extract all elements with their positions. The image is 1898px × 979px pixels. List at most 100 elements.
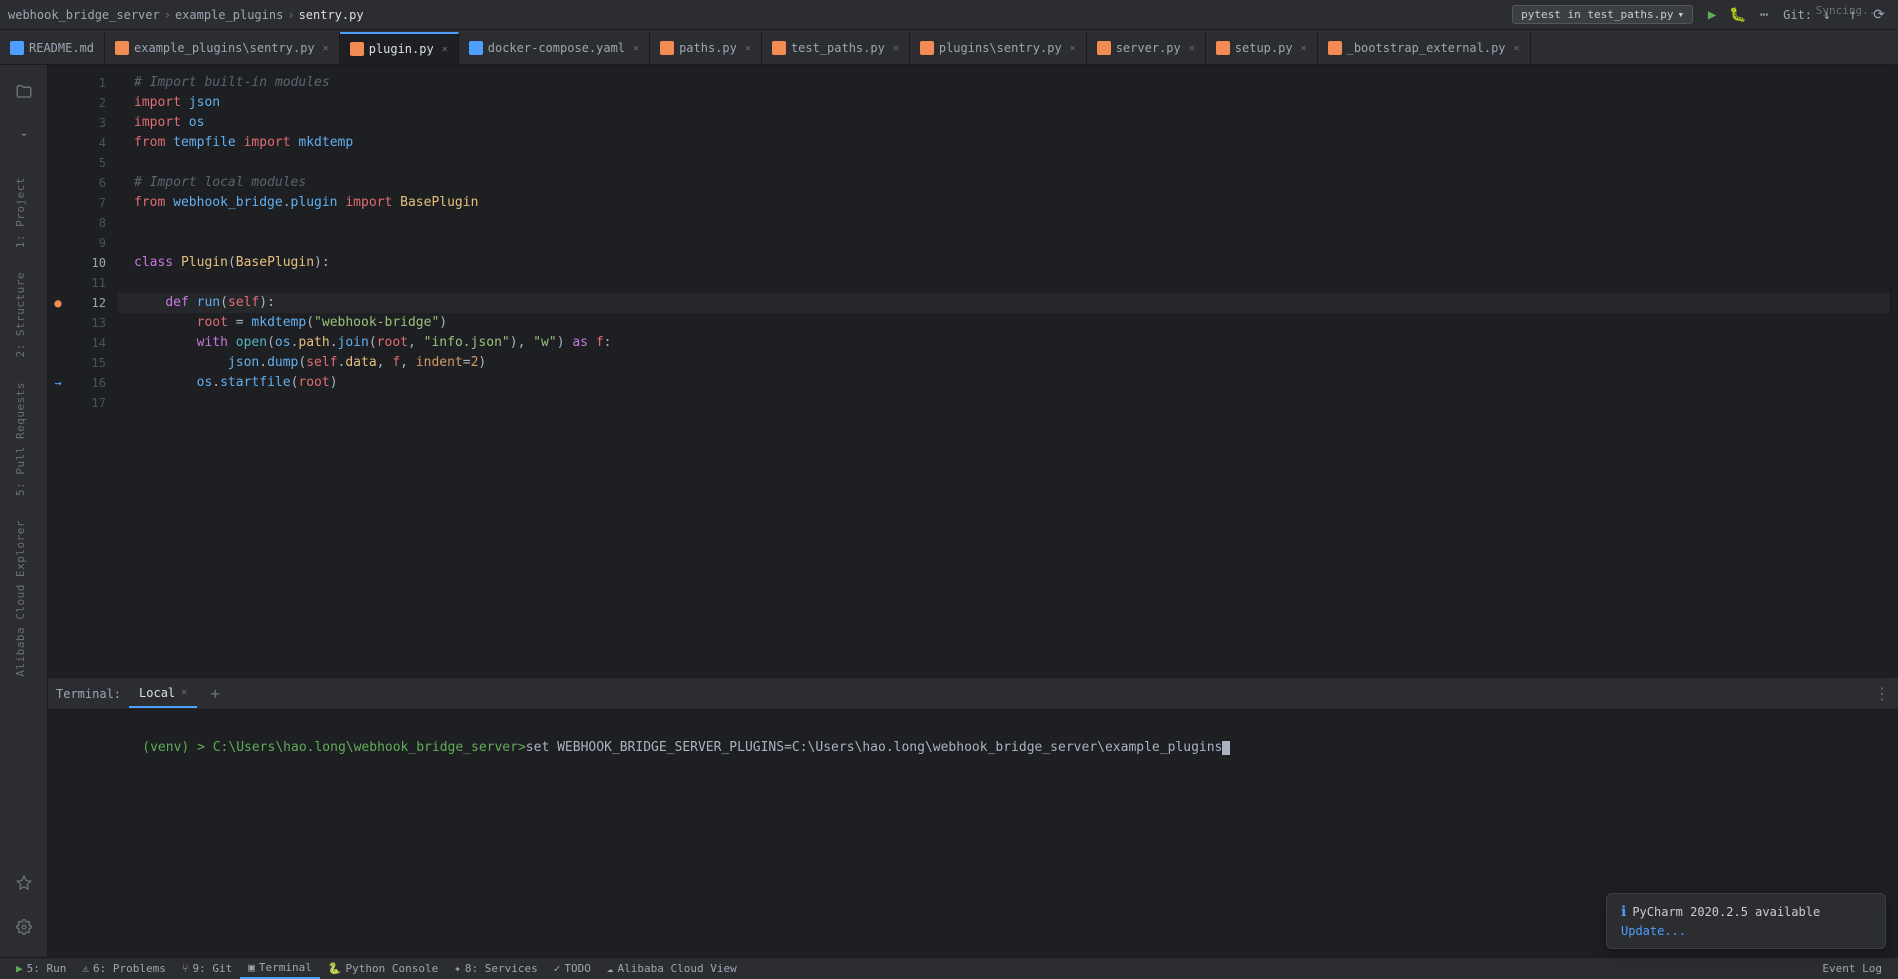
title-bar: webhook_bridge_server › example_plugins … (0, 0, 1898, 30)
gutter-7 (48, 193, 68, 213)
tab-setup-close[interactable]: ✕ (1301, 43, 1307, 54)
gutter-12: ● (48, 293, 68, 313)
code-line-13: root = mkdtemp("webhook-bridge") (118, 313, 1890, 333)
syncing-text: Syncing... (1816, 4, 1882, 17)
tab-example-sentry-close[interactable]: ✕ (323, 43, 329, 54)
status-todo-label: TODO (564, 962, 591, 975)
tab-example-sentry[interactable]: example_plugins\sentry.py ✕ (105, 32, 340, 64)
sidebar-icon-folder[interactable] (6, 73, 42, 109)
gutter-8 (48, 213, 68, 233)
sidebar-label-alibaba[interactable]: Alibaba Cloud Explorer (0, 508, 41, 689)
git-icon: ⑂ (182, 962, 189, 975)
gutter-6 (48, 173, 68, 193)
run-button[interactable]: ▶ (1701, 4, 1723, 26)
tab-paths[interactable]: paths.py ✕ (650, 32, 762, 64)
tab-paths-close[interactable]: ✕ (745, 43, 751, 54)
code-line-5 (118, 153, 1890, 173)
ln-11: 11 (68, 273, 118, 293)
run-config[interactable]: pytest in test_paths.py ▾ (1512, 5, 1693, 24)
tab-plugin-icon (350, 42, 364, 56)
tab-plugin-close[interactable]: ✕ (442, 44, 448, 55)
sidebar-icon-star[interactable] (6, 865, 42, 901)
status-problems[interactable]: ⚠ 6: Problems (74, 958, 173, 979)
terminal-tab-local-close[interactable]: ✕ (181, 687, 187, 698)
line-numbers: 1 2 3 4 5 6 7 8 9 10 11 12 13 14 15 16 1… (68, 65, 118, 677)
terminal-icon: ▣ (248, 961, 255, 974)
ln-17: 17 (68, 393, 118, 413)
tab-test-paths-label: test_paths.py (791, 41, 885, 55)
tab-setup[interactable]: setup.py ✕ (1206, 32, 1318, 64)
ln-9: 9 (68, 233, 118, 253)
gutter-1 (48, 73, 68, 93)
sidebar-label-project[interactable]: 1: Project (0, 165, 41, 260)
terminal-cursor (1222, 741, 1230, 755)
tab-example-sentry-icon (115, 41, 129, 55)
status-run[interactable]: ▶ 5: Run (8, 958, 74, 979)
code-editor[interactable]: # Import built-in modules import json im… (118, 65, 1890, 677)
status-todo[interactable]: ✓ TODO (546, 958, 599, 979)
warning-icon: ⚠ (82, 962, 89, 975)
terminal-add-button[interactable]: + (205, 684, 225, 704)
tab-docker-close[interactable]: ✕ (633, 43, 639, 54)
code-line-9 (118, 233, 1890, 253)
code-container[interactable]: ● → 1 2 3 4 5 6 7 8 9 10 11 12 (48, 65, 1898, 677)
ln-8: 8 (68, 213, 118, 233)
tab-server-close[interactable]: ✕ (1189, 43, 1195, 54)
ln-7: 7 (68, 193, 118, 213)
code-line-10: class Plugin(BasePlugin): (118, 253, 1890, 273)
tab-bootstrap-icon (1328, 41, 1342, 55)
gutter-13 (48, 313, 68, 333)
tab-readme[interactable]: README.md (0, 32, 105, 64)
tab-docker[interactable]: docker-compose.yaml ✕ (459, 32, 650, 64)
terminal-menu-button[interactable]: ⋮ (1874, 684, 1890, 703)
tab-test-paths[interactable]: test_paths.py ✕ (762, 32, 910, 64)
terminal-command-line: (venv) > C:\Users\hao.long\webhook_bridg… (64, 718, 1882, 778)
services-icon: ✦ (454, 962, 461, 975)
sidebar-label-structure[interactable]: 2: Structure (0, 260, 41, 369)
right-scrollbar[interactable] (1890, 65, 1898, 677)
gutter-14 (48, 333, 68, 353)
tab-paths-label: paths.py (679, 41, 737, 55)
sidebar: 1: Project 2: Structure 5: Pull Requests… (0, 65, 48, 957)
gutter-17 (48, 393, 68, 413)
notification-action[interactable]: Update... (1621, 924, 1871, 938)
sidebar-icon-expand[interactable] (6, 117, 42, 153)
tab-test-paths-close[interactable]: ✕ (893, 43, 899, 54)
breadcrumb-part-2: example_plugins (175, 8, 283, 22)
debug-button[interactable]: 🐛 (1727, 4, 1749, 26)
tab-bootstrap[interactable]: _bootstrap_external.py ✕ (1318, 32, 1531, 64)
breadcrumb-part-1: webhook_bridge_server (8, 8, 160, 22)
top-actions: ▶ 🐛 ⋯ (1701, 4, 1775, 26)
tab-server[interactable]: server.py ✕ (1087, 32, 1206, 64)
python-icon: 🐍 (328, 962, 342, 975)
code-line-14: with open(os.path.join(root, "info.json"… (118, 333, 1890, 353)
status-alibaba-view-label: Alibaba Cloud View (617, 962, 736, 975)
terminal-tab-local[interactable]: Local ✕ (129, 680, 197, 708)
status-python-console[interactable]: 🐍 Python Console (320, 958, 446, 979)
gutter-3 (48, 113, 68, 133)
more-button[interactable]: ⋯ (1753, 4, 1775, 26)
status-git[interactable]: ⑂ 9: Git (174, 958, 240, 979)
ln-4: 4 (68, 133, 118, 153)
ln-14: 14 (68, 333, 118, 353)
tab-setup-icon (1216, 41, 1230, 55)
status-bar-right: Event Log (1814, 962, 1890, 975)
tab-plugins-sentry[interactable]: plugins\sentry.py ✕ (910, 32, 1087, 64)
status-services[interactable]: ✦ 8: Services (446, 958, 545, 979)
tab-plugins-sentry-close[interactable]: ✕ (1070, 43, 1076, 54)
tab-plugin[interactable]: plugin.py ✕ (340, 32, 459, 64)
sidebar-bottom-icons (6, 865, 42, 957)
notification-title: ℹ PyCharm 2020.2.5 available (1621, 904, 1871, 920)
tab-bootstrap-close[interactable]: ✕ (1514, 43, 1520, 54)
tab-plugins-sentry-label: plugins\sentry.py (939, 41, 1062, 55)
sidebar-label-pull-requests[interactable]: 5: Pull Requests (0, 370, 41, 508)
gutter-area: ● → (48, 65, 68, 677)
ln-16: 16 (68, 373, 118, 393)
status-terminal[interactable]: ▣ Terminal (240, 958, 320, 979)
sidebar-icon-settings[interactable] (6, 909, 42, 945)
status-alibaba-view[interactable]: ☁ Alibaba Cloud View (599, 958, 745, 979)
status-event-log[interactable]: Event Log (1814, 962, 1890, 975)
code-line-2: import json (118, 93, 1890, 113)
run-config-dropdown-icon: ▾ (1677, 8, 1684, 21)
code-line-17 (118, 393, 1890, 413)
